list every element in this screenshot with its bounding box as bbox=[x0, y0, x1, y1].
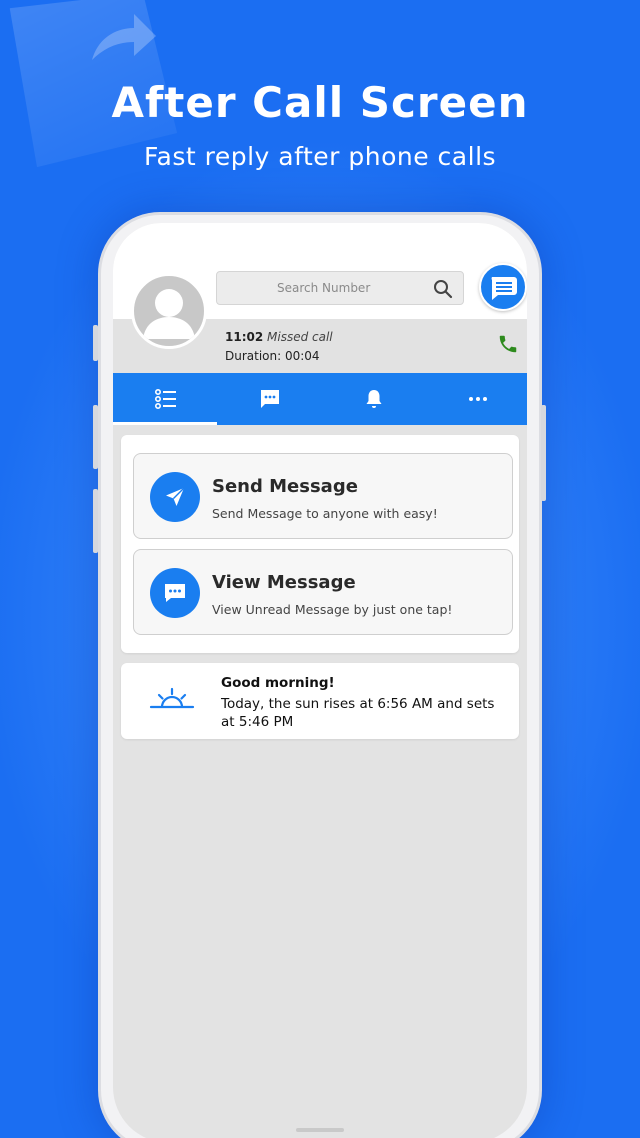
phone-volume-down bbox=[93, 489, 98, 553]
person-icon bbox=[143, 289, 195, 339]
view-message-button[interactable]: View Message View Unread Message by just… bbox=[133, 549, 513, 635]
actions-card: Send Message Send Message to anyone with… bbox=[121, 435, 519, 653]
search-placeholder: Search Number bbox=[277, 281, 371, 295]
phone-frame: Search Number 11:02 Missed call Duration… bbox=[93, 212, 546, 1138]
sunrise-icon bbox=[149, 687, 195, 709]
chat-icon bbox=[150, 568, 200, 618]
call-status: Missed call bbox=[267, 330, 333, 344]
send-message-subtitle: Send Message to anyone with easy! bbox=[212, 506, 438, 521]
list-icon bbox=[154, 388, 176, 409]
sun-card: Good morning! Today, the sun rises at 6:… bbox=[121, 663, 519, 739]
search-icon[interactable] bbox=[433, 279, 453, 299]
message-icon bbox=[261, 390, 279, 408]
tab-bar bbox=[113, 373, 527, 425]
sun-card-text: Today, the sun rises at 6:56 AM and sets… bbox=[221, 696, 495, 730]
call-time: 11:02 bbox=[225, 330, 264, 344]
tab-messages[interactable] bbox=[217, 373, 321, 425]
home-indicator bbox=[296, 1128, 344, 1132]
call-back-phone-icon[interactable] bbox=[497, 333, 519, 355]
tab-list[interactable] bbox=[113, 373, 217, 425]
more-icon bbox=[469, 397, 487, 401]
send-icon bbox=[150, 472, 200, 522]
view-message-subtitle: View Unread Message by just one tap! bbox=[212, 602, 453, 617]
phone-side-button bbox=[93, 325, 98, 361]
phone-screen: Search Number 11:02 Missed call Duration… bbox=[113, 223, 527, 1138]
search-input[interactable]: Search Number bbox=[216, 271, 464, 305]
promo-title: After Call Screen bbox=[111, 78, 529, 127]
phone-power-button bbox=[541, 405, 546, 501]
send-message-title: Send Message bbox=[212, 476, 358, 497]
view-message-title: View Message bbox=[212, 572, 356, 593]
tab-notifications[interactable] bbox=[321, 373, 425, 425]
sun-card-title: Good morning! bbox=[221, 675, 335, 691]
send-message-button[interactable]: Send Message Send Message to anyone with… bbox=[133, 453, 513, 539]
message-icon bbox=[491, 277, 517, 300]
call-duration: Duration: 00:04 bbox=[225, 349, 320, 363]
decorative-arrow-icon bbox=[92, 14, 156, 60]
promo-subtitle: Fast reply after phone calls bbox=[143, 142, 497, 171]
tab-more[interactable] bbox=[425, 373, 527, 425]
phone-volume-up bbox=[93, 405, 98, 469]
avatar[interactable] bbox=[131, 273, 207, 349]
bell-icon bbox=[366, 390, 382, 408]
tab-active-indicator bbox=[113, 422, 217, 425]
messages-button[interactable] bbox=[479, 263, 527, 311]
